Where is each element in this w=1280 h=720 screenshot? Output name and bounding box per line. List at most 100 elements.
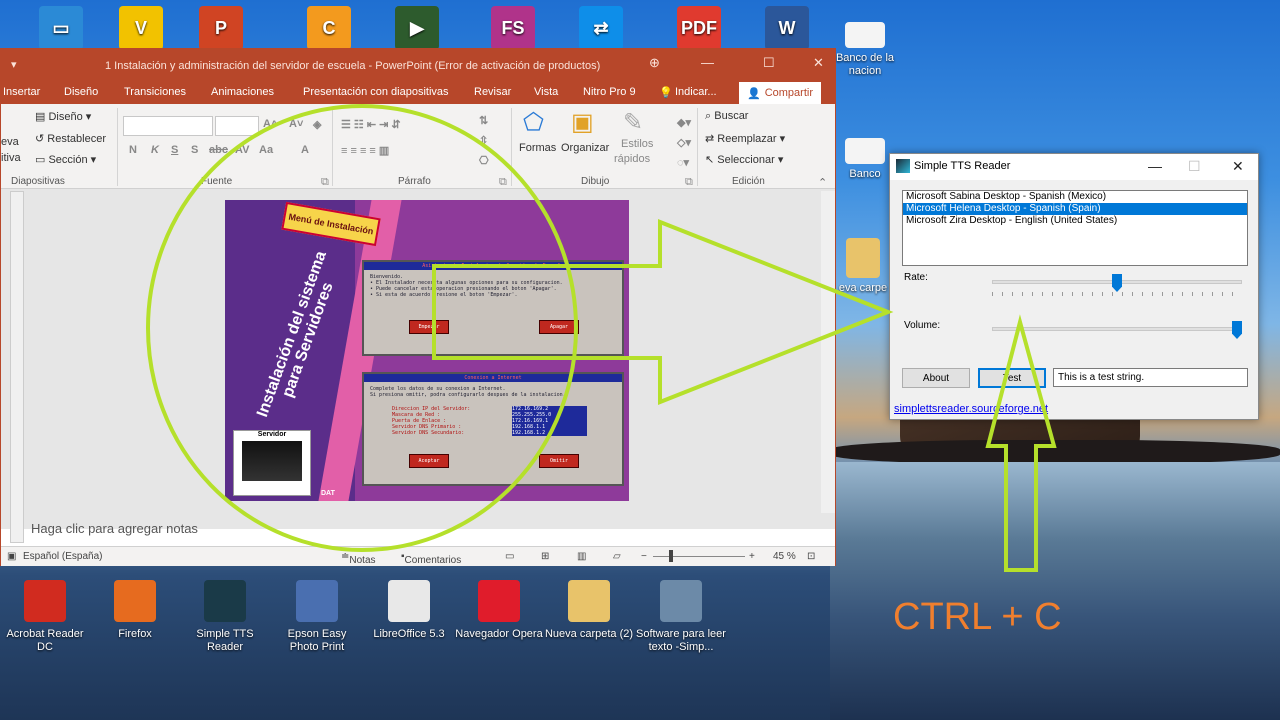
dialog-launcher-icon[interactable]: ⧉ [685, 176, 693, 189]
tab-vista[interactable]: Vista [534, 86, 558, 98]
desktop-icon[interactable]: ▭ [22, 6, 100, 54]
quick-styles-label[interactable]: Estilos [621, 138, 653, 150]
desktop-icon[interactable]: ▶ [378, 6, 456, 54]
bullets-icon[interactable]: ☰ ☷ ⇤ ⇥ ⇵ [341, 118, 401, 131]
shadow-button[interactable]: S [191, 144, 198, 156]
new-slide-label-2[interactable]: itiva [1, 152, 21, 164]
smartart-icon[interactable]: ⎔ [479, 154, 489, 167]
minimize-icon[interactable]: — [1148, 158, 1162, 174]
fill-icon[interactable]: ◆▾ [677, 116, 691, 129]
desktop-icon[interactable]: C [290, 6, 368, 54]
section-button[interactable]: ▭ Sección ▾ [35, 153, 96, 166]
desktop-icon[interactable]: Software para leer texto -Simp... [636, 580, 726, 654]
bold-button[interactable]: N [129, 144, 137, 156]
desktop-icon[interactable]: FS [474, 6, 552, 54]
underline-button[interactable]: S [171, 144, 178, 156]
zoom-level[interactable]: 45 % [773, 551, 796, 562]
desktop-icon[interactable]: ⇄ [562, 6, 640, 54]
about-button[interactable]: About [902, 368, 970, 388]
tab-insertar[interactable]: Insertar [3, 86, 40, 98]
comments-button[interactable]: ▪ Comentarios [401, 551, 461, 566]
desktop-icon-banco-nacion[interactable]: Banco de la nacion [826, 22, 904, 78]
italic-button[interactable]: K [151, 144, 159, 156]
maximize-icon[interactable]: ☐ [763, 55, 775, 71]
slide-canvas[interactable]: Menú de Instalación Instalación del sist… [225, 200, 629, 501]
tab-indicar[interactable]: Indicar... [675, 86, 717, 98]
spacing-button[interactable]: AV [235, 144, 249, 156]
desktop-icon[interactable]: Nueva carpeta (2) [544, 580, 634, 641]
desktop-icon[interactable]: Acrobat Reader DC [0, 580, 90, 654]
tab-revisar[interactable]: Revisar [474, 86, 511, 98]
desktop-icon[interactable]: Firefox [90, 580, 180, 641]
test-text-input[interactable]: This is a test string. [1053, 368, 1248, 387]
grow-font-icon[interactable]: A˄ [263, 118, 277, 130]
minimize-icon[interactable]: — [701, 55, 714, 70]
shapes-button[interactable]: Formas [519, 142, 556, 154]
close-icon[interactable]: ✕ [1232, 158, 1244, 175]
slideshow-icon[interactable]: ▱ [613, 551, 621, 562]
font-size-input[interactable] [215, 116, 259, 136]
tab-presentacion[interactable]: Presentación con diapositivas [303, 86, 449, 98]
change-case-button[interactable]: Aa [259, 144, 273, 156]
quick-access-dropdown-icon[interactable]: ▾ [11, 58, 17, 71]
dialog-launcher-icon[interactable]: ⧉ [321, 176, 329, 189]
align-icons[interactable]: ≡ ≡ ≡ ≡ ▥ [341, 144, 389, 157]
tab-nitro[interactable]: Nitro Pro 9 [583, 86, 636, 98]
collapse-ribbon-icon[interactable]: ⌃ [818, 176, 827, 189]
reset-button[interactable]: ↺ Restablecer [35, 132, 106, 145]
website-link[interactable]: simplettsreader.sourceforge.net [894, 403, 1048, 415]
voice-option[interactable]: Microsoft Sabina Desktop - Spanish (Mexi… [903, 191, 1247, 203]
slide-scrollbar[interactable] [821, 191, 835, 513]
strikethrough-button[interactable]: abc [209, 144, 228, 156]
select-button[interactable]: ↖ Seleccionar ▾ [705, 153, 783, 166]
share-button[interactable]: 👤 Compartir [739, 82, 821, 104]
help-icon[interactable]: ⊕ [649, 55, 660, 71]
rate-slider-thumb[interactable] [1112, 274, 1122, 292]
volume-slider-track[interactable] [992, 327, 1242, 331]
test-button[interactable]: Test [978, 368, 1046, 388]
arrange-button[interactable]: Organizar [561, 142, 609, 154]
close-icon[interactable]: ✕ [813, 55, 824, 71]
voice-option[interactable]: Microsoft Helena Desktop - Spanish (Spai… [903, 203, 1247, 215]
normal-view-icon[interactable]: ▭ [505, 551, 514, 562]
clear-format-icon[interactable]: ◈ [313, 118, 321, 131]
effects-icon[interactable]: ◌▾ [677, 156, 689, 169]
desktop-icon[interactable]: W [748, 6, 826, 54]
notes-button[interactable]: ≐ Notas [341, 551, 376, 566]
zoom-slider[interactable] [653, 556, 745, 557]
maximize-icon[interactable]: ☐ [1188, 158, 1201, 175]
voice-option[interactable]: Microsoft Zira Desktop - English (United… [903, 215, 1247, 227]
tab-diseno[interactable]: Diseño [64, 86, 98, 98]
dialog-launcher-icon[interactable]: ⧉ [499, 176, 507, 189]
zoom-slider-thumb[interactable] [669, 550, 673, 562]
notes-placeholder[interactable]: Haga clic para agregar notas [31, 521, 198, 536]
tab-transiciones[interactable]: Transiciones [124, 86, 186, 98]
font-color-button[interactable]: A [301, 144, 309, 156]
new-slide-label[interactable]: eva [1, 136, 19, 148]
outline-icon[interactable]: ◇▾ [677, 136, 691, 149]
desktop-icon[interactable]: Epson Easy Photo Print [272, 580, 362, 654]
desktop-icon[interactable]: V [102, 6, 180, 54]
replace-button[interactable]: ⇄ Reemplazar ▾ [705, 132, 785, 145]
thumbnail-scrollbar[interactable] [10, 191, 24, 543]
voice-list[interactable]: Microsoft Sabina Desktop - Spanish (Mexi… [902, 190, 1248, 266]
zoom-in-icon[interactable]: + [749, 551, 755, 562]
spellcheck-icon[interactable]: ▣ [7, 551, 16, 562]
find-button[interactable]: ⌕ Buscar [705, 110, 748, 123]
reading-view-icon[interactable]: ▥ [577, 551, 586, 562]
align-text-icon[interactable]: ⇳ [479, 134, 488, 147]
desktop-icon[interactable]: PDF [660, 6, 738, 54]
text-direction-icon[interactable]: ⇅ [479, 114, 488, 127]
slide-sorter-icon[interactable]: ⊞ [541, 551, 549, 562]
desktop-icon[interactable]: Simple TTS Reader [180, 580, 270, 654]
quick-styles-label-2[interactable]: rápidos [614, 153, 650, 165]
desktop-icon[interactable]: Navegador Opera [454, 580, 544, 641]
language-status[interactable]: Español (España) [23, 551, 103, 562]
font-name-input[interactable] [123, 116, 213, 136]
shrink-font-icon[interactable]: A˅ [289, 118, 303, 130]
layout-button[interactable]: ▤ Diseño ▾ [35, 110, 91, 123]
volume-slider-thumb[interactable] [1232, 321, 1242, 339]
zoom-out-icon[interactable]: − [641, 551, 647, 562]
desktop-icon[interactable]: LibreOffice 5.3 [364, 580, 454, 641]
tab-animaciones[interactable]: Animaciones [211, 86, 274, 98]
